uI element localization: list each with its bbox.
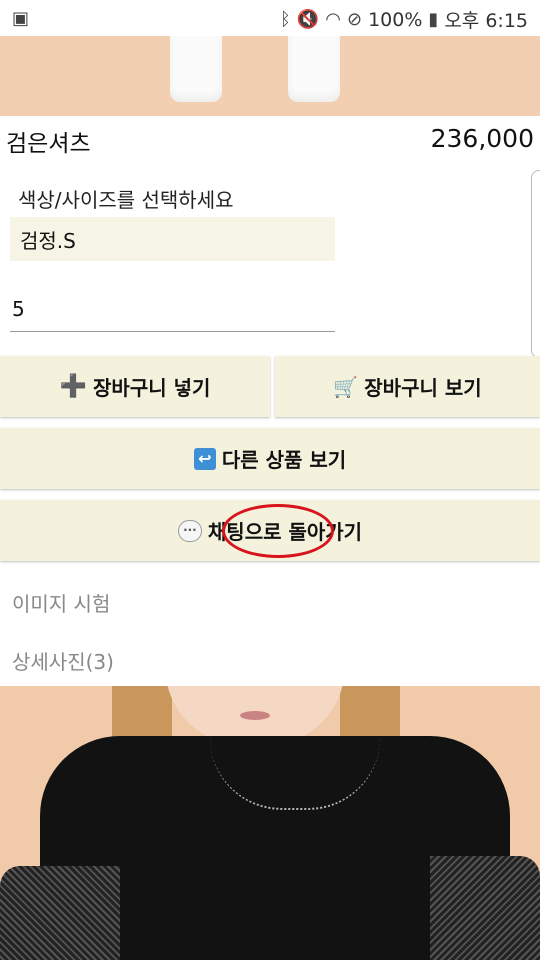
- product-image-leg-right: [288, 36, 340, 102]
- model-lips: [240, 711, 270, 720]
- image-icon: ▣: [12, 8, 30, 29]
- chat-bubble-icon: ···: [177, 519, 202, 542]
- side-scroll-handle[interactable]: [531, 170, 540, 358]
- product-image-top: [0, 36, 540, 116]
- plus-icon: ➕: [59, 374, 88, 399]
- product-detail-image: [0, 686, 540, 960]
- other-products-label: 다른 상품 보기: [221, 448, 347, 472]
- quantity-value: 5: [12, 296, 25, 321]
- no-sign-icon: ⊘: [347, 9, 363, 30]
- battery-level: 100%: [368, 8, 423, 31]
- add-to-cart-label: 장바구니 넣기: [93, 376, 211, 400]
- section-detail-photos[interactable]: 상세사진(3): [12, 646, 114, 675]
- return-arrow-icon: ↩: [193, 447, 216, 470]
- view-cart-button[interactable]: 🛒 장바구니 보기: [275, 356, 540, 417]
- product-price: 236,000: [430, 124, 534, 153]
- back-to-chat-label: 채팅으로 돌아가기: [207, 520, 363, 544]
- shirt-sleeve-right: [430, 856, 540, 960]
- view-cart-label: 장바구니 보기: [364, 376, 482, 400]
- status-icons: ᛒ 🔇 ◠ ⊘ 100% ▮ 오후 6:15: [280, 6, 528, 33]
- quantity-input[interactable]: 5: [10, 286, 335, 332]
- option-select-label: 색상/사이즈를 선택하세요: [18, 188, 234, 212]
- section-image-test[interactable]: 이미지 시험: [12, 588, 110, 617]
- mute-icon: 🔇: [296, 9, 320, 30]
- option-select[interactable]: 검정.S: [10, 217, 335, 261]
- status-bar: ▣ ᛒ 🔇 ◠ ⊘ 100% ▮ 오후 6:15: [0, 0, 540, 36]
- battery-icon: ▮: [428, 9, 439, 30]
- clock: 오후 6:15: [444, 10, 528, 32]
- product-name: 검은셔츠: [6, 131, 91, 157]
- other-products-button[interactable]: ↩ 다른 상품 보기: [0, 428, 540, 489]
- shirt-sleeve-left: [0, 866, 120, 960]
- cart-icon: 🛒: [333, 374, 359, 399]
- option-selected-value: 검정.S: [20, 228, 76, 253]
- wifi-icon: ◠: [325, 9, 341, 30]
- product-image-leg-left: [170, 36, 222, 102]
- add-to-cart-button[interactable]: ➕ 장바구니 넣기: [0, 356, 270, 417]
- bluetooth-icon: ᛒ: [280, 9, 291, 30]
- back-to-chat-button[interactable]: ··· 채팅으로 돌아가기: [0, 500, 540, 561]
